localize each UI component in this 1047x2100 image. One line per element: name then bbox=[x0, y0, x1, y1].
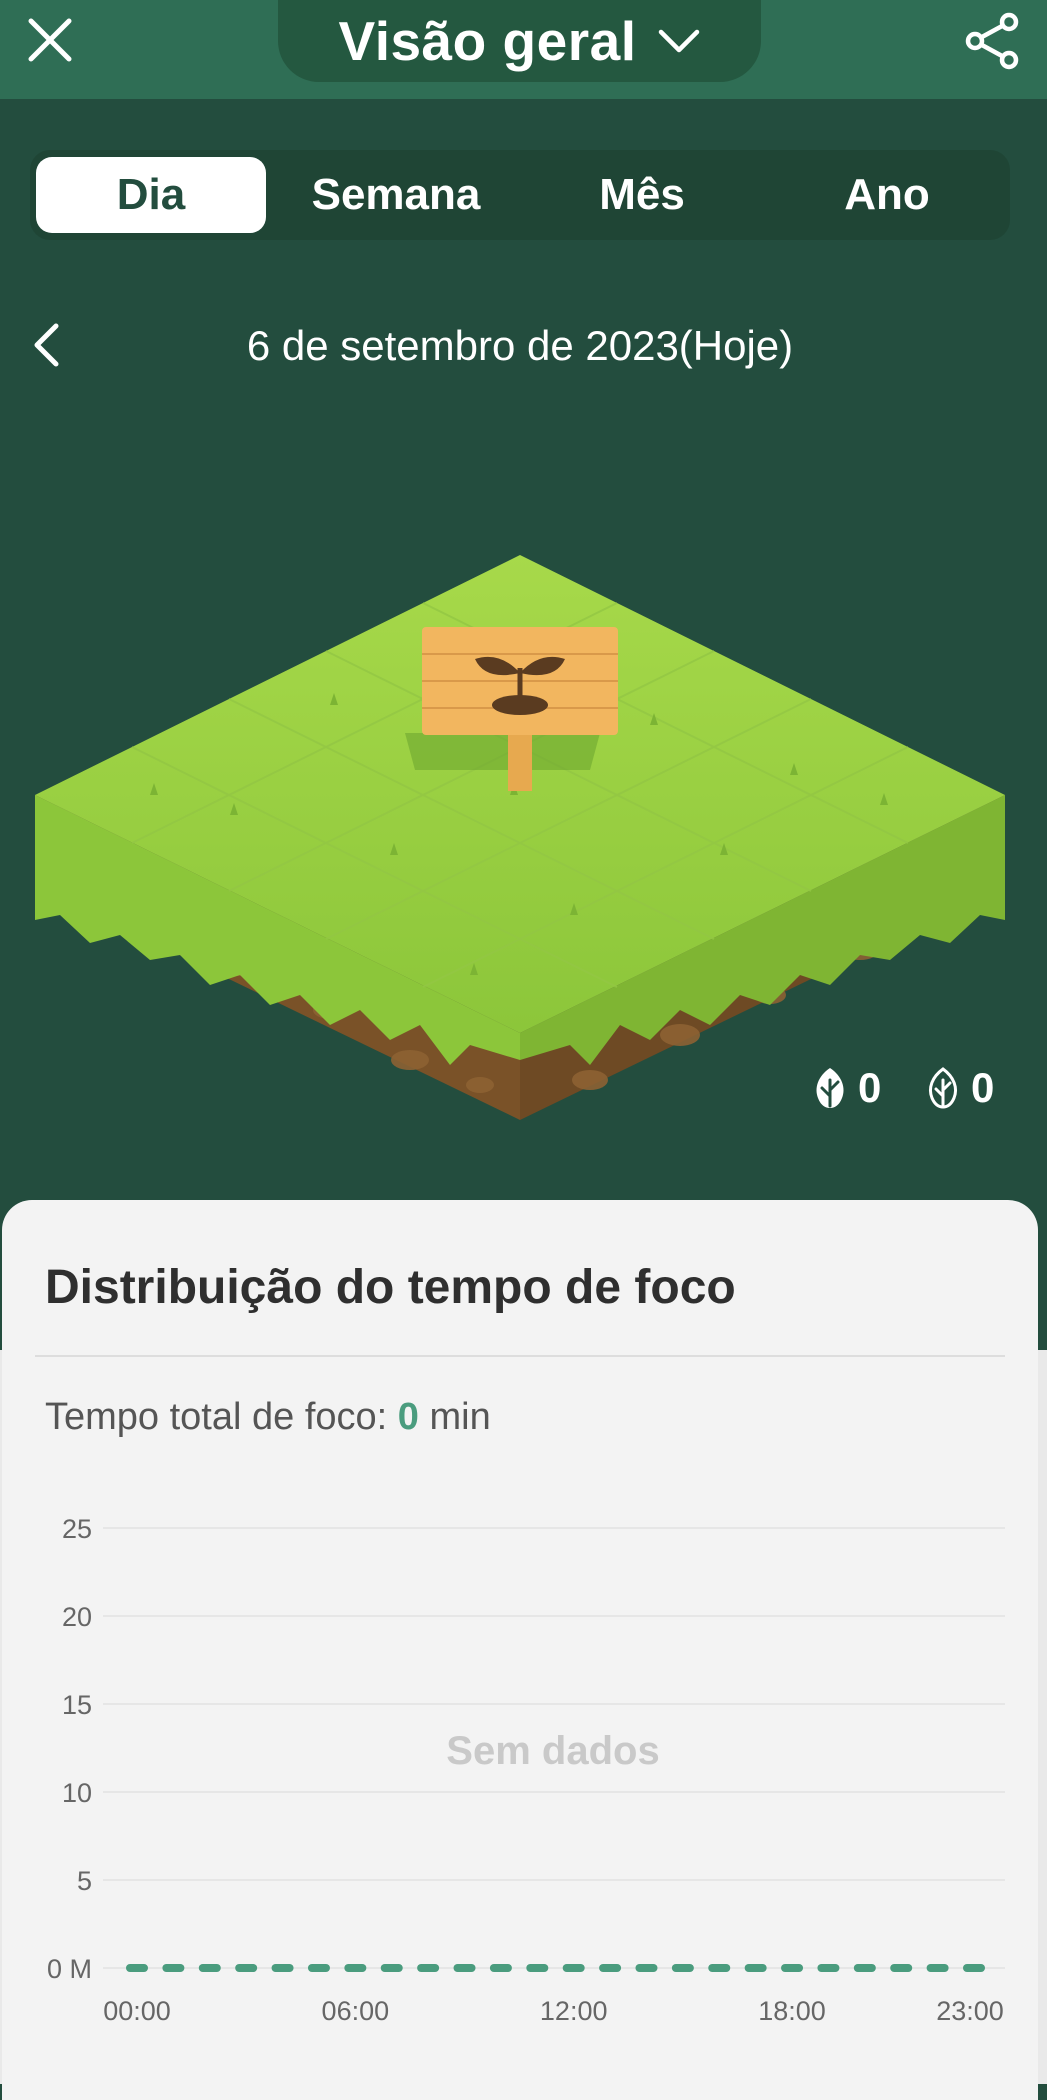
chart-bar bbox=[307, 1964, 330, 1972]
close-icon bbox=[28, 18, 72, 62]
dead-trees-count: 0 bbox=[971, 1064, 995, 1111]
divider bbox=[35, 1355, 1005, 1357]
x-tick-label: 00:00 bbox=[103, 1996, 171, 2026]
share-button[interactable] bbox=[960, 8, 1024, 74]
chart-bar bbox=[380, 1964, 403, 1972]
chart-bar bbox=[235, 1964, 258, 1972]
date-label: 6 de setembro de 2023(Hoje) bbox=[246, 322, 794, 369]
tab-semana[interactable]: Semana bbox=[281, 157, 511, 233]
chart-bar bbox=[562, 1964, 585, 1972]
chart-bar bbox=[344, 1964, 367, 1972]
previous-date-button[interactable] bbox=[22, 318, 70, 372]
chart-bar bbox=[198, 1964, 221, 1972]
period-tabs: Dia Semana Mês Ano bbox=[30, 150, 1010, 240]
chart-bar bbox=[635, 1964, 658, 1972]
chevron-left-icon bbox=[34, 323, 59, 367]
chart-bar bbox=[162, 1964, 185, 1972]
total-focus-time: Tempo total de foco: 0 min bbox=[45, 1396, 491, 1439]
chart-bar bbox=[489, 1964, 512, 1972]
forest-island-illustration bbox=[30, 555, 1010, 1130]
card-title: Distribuição do tempo de foco bbox=[45, 1261, 736, 1314]
dead-trees-counter: 0 bbox=[925, 1064, 994, 1112]
x-tick-label: 06:00 bbox=[322, 1996, 390, 2026]
y-tick-label: 0 M bbox=[47, 1954, 92, 1984]
x-tick-label: 18:00 bbox=[758, 1996, 826, 2026]
y-tick-label: 10 bbox=[62, 1778, 92, 1808]
chart-bar bbox=[926, 1964, 949, 1972]
focus-chart-svg: 25 20 15 10 5 0 M 00:00 06:00 12:00 18:00 23:00 Sem… bbox=[47, 1514, 1005, 2026]
page-title: Visão geral bbox=[338, 10, 637, 72]
chart-bar bbox=[744, 1964, 767, 1972]
share-icon bbox=[965, 12, 1019, 70]
y-tick-label: 20 bbox=[62, 1602, 92, 1632]
y-tick-label: 5 bbox=[77, 1866, 92, 1896]
chart-bar bbox=[526, 1964, 549, 1972]
top-bar: Visão geral bbox=[0, 0, 1047, 99]
x-tick-label: 23:00 bbox=[936, 1996, 1004, 2026]
chart-bar bbox=[126, 1964, 148, 1972]
chart-bar bbox=[963, 1964, 985, 1972]
chart-bar bbox=[417, 1964, 440, 1972]
tree-badge-icon bbox=[816, 1068, 844, 1108]
total-focus-unit: min bbox=[429, 1396, 491, 1438]
trees-counter: 0 bbox=[812, 1064, 881, 1112]
chart-bar bbox=[708, 1964, 731, 1972]
tree-outline-icon bbox=[928, 1067, 958, 1109]
no-data-label: Sem dados bbox=[446, 1729, 659, 1773]
chart-bar bbox=[890, 1964, 913, 1972]
y-tick-label: 25 bbox=[62, 1514, 92, 1544]
y-tick-label: 15 bbox=[62, 1690, 92, 1720]
x-tick-label: 12:00 bbox=[540, 1996, 608, 2026]
chart-bar bbox=[817, 1964, 840, 1972]
trees-count: 0 bbox=[858, 1064, 882, 1111]
total-focus-value: 0 bbox=[397, 1396, 419, 1438]
tab-dia[interactable]: Dia bbox=[36, 157, 266, 233]
chart-bar bbox=[271, 1964, 294, 1972]
island-graphic bbox=[35, 555, 1005, 1120]
view-selector-dropdown[interactable]: Visão geral bbox=[278, 0, 761, 82]
chart-bar bbox=[853, 1964, 876, 1972]
chart-bar bbox=[781, 1964, 804, 1972]
chevron-down-icon bbox=[659, 29, 700, 53]
focus-time-chart: 25 20 15 10 5 0 M 00:00 06:00 12:00 18:00 23:00 Sem… bbox=[0, 1500, 1047, 2045]
total-focus-label: Tempo total de foco: bbox=[45, 1396, 388, 1438]
tab-ano[interactable]: Ano bbox=[772, 157, 1002, 233]
tab-mes[interactable]: Mês bbox=[527, 157, 757, 233]
chart-bar bbox=[453, 1964, 476, 1972]
chart-bar bbox=[599, 1964, 622, 1972]
chart-bar bbox=[671, 1964, 694, 1972]
close-button[interactable] bbox=[20, 10, 80, 70]
